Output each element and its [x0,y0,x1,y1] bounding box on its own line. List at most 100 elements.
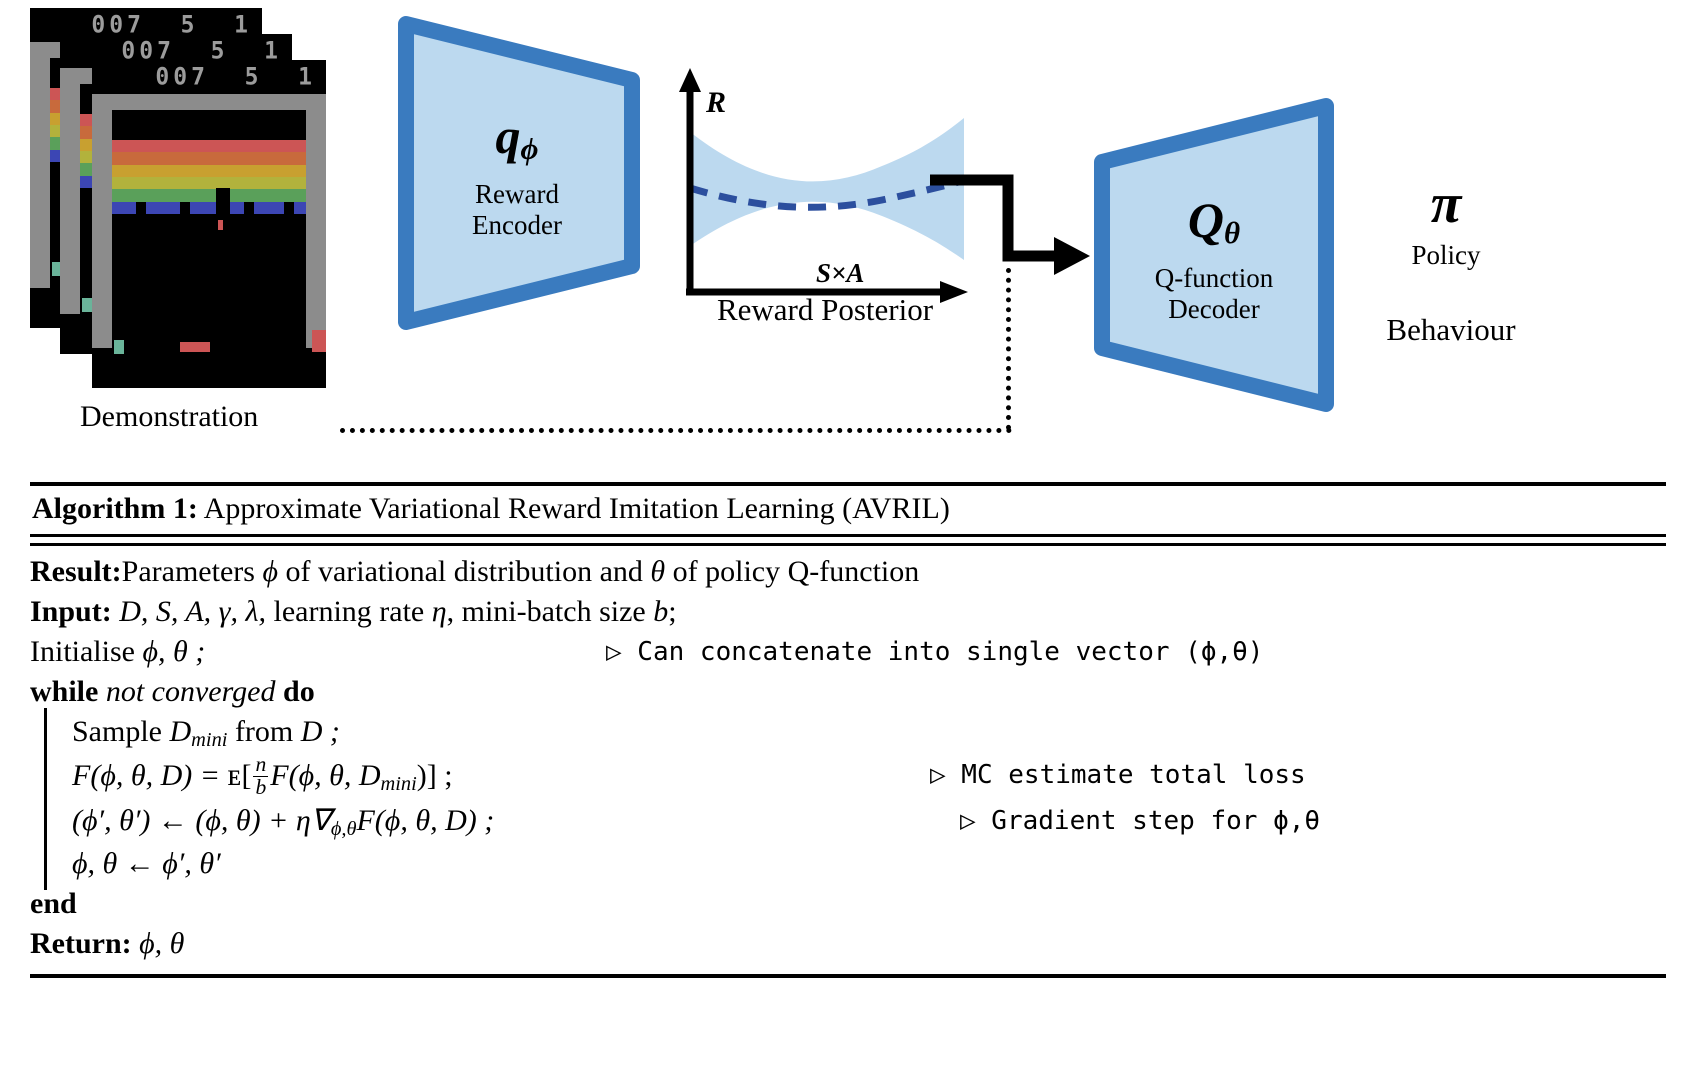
do-keyword: do [283,675,315,708]
result-theta: θ [650,555,666,588]
algorithm-title: Algorithm 1: Approximate Variational Rew… [30,486,1666,534]
arrowhead [1054,237,1090,275]
return-keyword: Return: [30,927,132,960]
input-sets: D, S, A, γ, λ, [119,595,266,628]
decoder-text: Qθ Q-function Decoder [1088,192,1340,325]
algorithm-box: Algorithm 1: Approximate Variational Rew… [30,482,1666,978]
algo-line-assign: ϕ, θ ← ϕ′, θ′ [30,844,1666,884]
loss-lhs: F(ϕ, θ, D) = [72,759,228,792]
side-indicator [312,330,326,352]
y-axis-arrowhead [679,68,701,92]
initialise-comment: ▷ Can concatenate into single vector (ϕ,… [606,637,1264,667]
brick-gap [180,202,190,214]
algo-line-result: Result:Parameters ϕ of variational distr… [30,552,1666,592]
algo-line-while: while not converged do [30,672,1666,712]
posterior-to-decoder-arrow [928,168,1100,278]
architecture-diagram: 007 5 1 007 5 1 007 5 1 Demonstration qϕ… [0,0,1692,470]
q-function-decoder-block: Qθ Q-function Decoder [1088,96,1340,414]
posterior-caption: Reward Posterior [716,292,934,327]
loss-rhs-subscript: mini [380,773,417,796]
loss-end: )] ; [416,759,453,792]
encoder-symbol: qϕ [495,108,539,167]
result-text-c: of policy Q-function [665,555,920,588]
result-keyword: Result: [30,555,122,588]
fraction-denominator: b [255,774,267,799]
encoder-label-line1: Reward [475,178,559,209]
sample-subscript: mini [191,729,228,752]
wall-right [306,94,326,348]
policy-symbol: π [1430,173,1462,235]
wall-left [30,42,50,288]
algo-line-return: Return: ϕ, θ [30,924,1666,964]
algorithm-number: Algorithm 1: [32,492,198,525]
brick-gap [136,202,146,214]
expectation-operator: ᴇ [227,757,242,792]
result-text-a: Parameters [121,555,263,588]
encoder-text: qϕ Reward Encoder [392,108,642,241]
atari-frame-front: 007 5 1 [92,60,326,388]
input-semicolon: ; [668,595,677,628]
loss-rhs: F(ϕ, θ, D [270,759,381,792]
initialise-params: ϕ, θ ; [142,635,206,668]
while-keyword: while [30,675,99,708]
algo-line-gradient: (ϕ′, θ′) ← (ϕ, θ) + η∇ϕ,θF(ϕ, θ, D) ; ▷ … [30,798,1666,844]
gradient-subscript: ϕ,θ [330,818,357,841]
demonstration-label: Demonstration [80,400,259,433]
sample-from-text: from [227,715,301,748]
fraction-numerator: n [253,752,269,777]
algo-line-initialise: Initialise ϕ, θ ; ▷ Can concatenate into… [30,632,1666,672]
brick-gap [244,202,254,214]
end-keyword: end [30,887,77,920]
encoder-label-line2: Encoder [472,209,562,240]
algorithm-header-rule [30,534,1666,546]
decoder-label-line2: Decoder [1168,293,1260,324]
input-b: b [653,595,669,628]
life-pip [82,298,92,312]
gradient-rhs: F(ϕ, θ, D) ; [356,804,495,837]
n-over-b-fraction: nb [253,752,269,799]
assignment-expression: ϕ, θ ← ϕ′, θ′ [72,847,221,880]
algo-line-input: Input: D, S, A, γ, λ, learning rate η, m… [30,592,1666,632]
policy-block: π Policy [1356,176,1536,271]
algo-line-end: end [30,884,1666,924]
decoder-label-line1: Q-function [1154,262,1274,293]
sample-dataset-full: D ; [300,715,340,748]
posterior-uncertainty-band [690,118,964,260]
score-digits: 007 5 1 [155,63,316,91]
input-batch-text: , mini-batch size [446,595,654,628]
ball [218,220,223,230]
wall-left [60,68,80,314]
sample-dataset: D [169,715,192,748]
result-text-b: of variational distribution and [277,555,651,588]
sample-text: Sample [72,715,170,748]
wall-left [92,94,112,348]
brick-gap [216,188,230,214]
loss-comment: ▷ MC estimate total loss [930,760,1306,790]
feedback-path-vertical [1006,268,1011,430]
policy-label: Policy [1411,240,1481,270]
reward-encoder-block: qϕ Reward Encoder [392,14,642,332]
input-keyword: Input: [30,595,112,628]
algorithm-body: Result:Parameters ϕ of variational distr… [30,546,1666,974]
score-bar: 007 5 1 [92,60,326,94]
return-params: ϕ, θ [131,927,185,960]
x-axis-label: S×A [816,258,864,288]
input-rate-text: learning rate [265,595,432,628]
bracket-open: [ [241,759,252,792]
result-phi: ϕ [262,555,278,588]
paddle [180,342,210,352]
y-axis-label: R [705,86,726,119]
wall-top [92,94,326,110]
while-condition: not converged [105,675,276,708]
demonstration-frame-stack: 007 5 1 007 5 1 007 5 1 [30,8,350,408]
decoder-symbol: Qθ [1187,192,1241,251]
brick-gap [284,202,294,214]
behaviour-label: Behaviour [1386,312,1516,347]
feedback-path-horizontal [340,428,1012,433]
initialise-text: Initialise [30,635,143,668]
input-eta: η [431,595,447,628]
algorithm-bottom-rule [30,974,1666,978]
gradient-lhs: (ϕ′, θ′) ← (ϕ, θ) + η∇ [72,804,331,837]
brick-field [112,140,306,214]
algo-line-sample: Sample Dmini from D ; [30,712,1666,752]
